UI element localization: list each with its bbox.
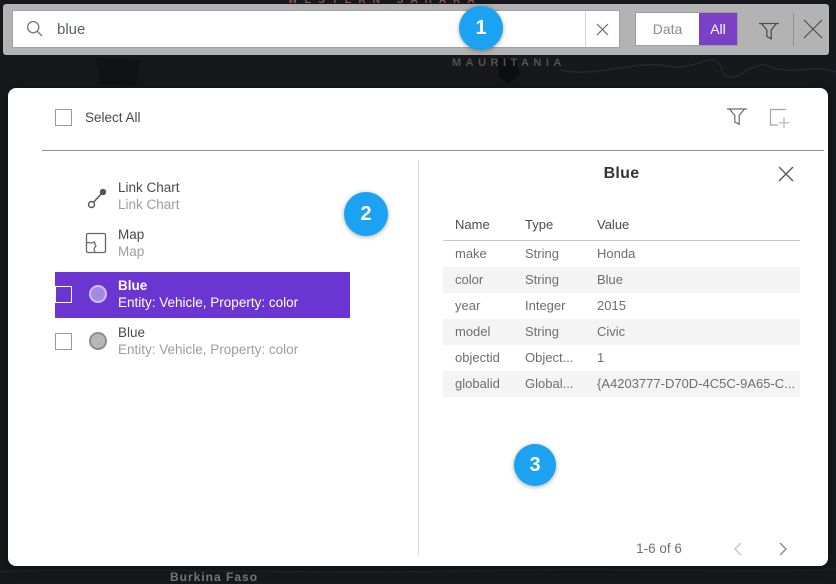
search-results-panel: Select All Link Chart Link Chart Map Map… [8, 88, 828, 566]
cell-value: {A4203777-D70D-4C5C-9A65-C... [597, 371, 795, 397]
search-scope-toggle: Data All [635, 12, 738, 46]
result-item-link-chart[interactable]: Link Chart Link Chart [55, 174, 350, 220]
pagination: 1-6 of 6 [604, 536, 804, 562]
cell-value: 2015 [597, 293, 626, 319]
previous-page-icon[interactable] [728, 538, 750, 560]
search-toolbar: Data All [3, 4, 829, 55]
detail-title: Blue [443, 165, 800, 183]
annotation-badge-3: 3 [514, 444, 556, 486]
result-title: Map [118, 226, 144, 243]
pagination-range: 1-6 of 6 [604, 536, 714, 562]
filter-funnel-icon[interactable] [757, 19, 781, 43]
cell-value: 1 [597, 345, 604, 371]
select-all-label: Select All [85, 110, 141, 125]
scope-data-button[interactable]: Data [636, 13, 699, 45]
table-row: globalid Global... {A4203777-D70D-4C5C-9… [443, 371, 800, 397]
cell-type: String [525, 241, 559, 267]
map-label-bottom: Burkina Faso [170, 570, 258, 584]
entity-icon [89, 332, 107, 350]
search-box [12, 10, 620, 48]
cell-type: String [525, 319, 559, 345]
cell-type: Integer [525, 293, 565, 319]
table-row: year Integer 2015 [443, 293, 800, 319]
cell-value: Honda [597, 241, 635, 267]
link-chart-icon [85, 185, 111, 211]
entity-icon [89, 285, 107, 303]
next-page-icon[interactable] [771, 538, 793, 560]
cell-name: color [455, 267, 483, 293]
cell-value: Blue [597, 267, 623, 293]
table-row: color String Blue [443, 267, 800, 293]
cell-name: make [455, 241, 487, 267]
panel-header-divider [42, 150, 824, 151]
result-title: Blue [118, 277, 298, 294]
annotation-badge-1: 1 [459, 6, 503, 50]
annotation-badge-2: 2 [344, 192, 388, 236]
cell-type: Global... [525, 371, 573, 397]
attribute-table-header: Name Type Value [443, 213, 800, 241]
column-header-value: Value [597, 217, 629, 232]
result-subtitle: Entity: Vehicle, Property: color [118, 341, 298, 358]
cell-name: year [455, 293, 480, 319]
cell-name: globalid [455, 371, 500, 397]
results-filter-funnel-icon[interactable] [726, 106, 748, 130]
add-to-selection-icon[interactable] [767, 106, 791, 130]
result-title: Blue [118, 324, 298, 341]
result-title: Link Chart [118, 179, 180, 196]
table-row: objectid Object... 1 [443, 345, 800, 371]
cell-value: Civic [597, 319, 625, 345]
search-icon [25, 19, 45, 39]
column-header-name: Name [455, 217, 490, 232]
result-checkbox[interactable] [55, 286, 72, 303]
toolbar-divider [793, 13, 794, 46]
list-detail-divider [418, 160, 419, 555]
result-item-blue[interactable]: Blue Entity: Vehicle, Property: color [55, 319, 350, 365]
select-all-checkbox[interactable] [55, 109, 72, 126]
map-icon [85, 232, 107, 254]
result-subtitle: Link Chart [118, 196, 180, 213]
close-icon[interactable] [800, 16, 826, 42]
map-label-mauritania: MAURITANIA [452, 57, 566, 69]
result-item-map[interactable]: Map Map [55, 221, 350, 267]
result-subtitle: Map [118, 243, 144, 260]
attribute-table: Name Type Value make String Honda color … [443, 213, 800, 397]
detail-close-icon[interactable] [777, 165, 795, 183]
cell-name: model [455, 319, 490, 345]
result-item-blue-selected[interactable]: Blue Entity: Vehicle, Property: color [55, 272, 350, 318]
search-input[interactable] [45, 11, 585, 47]
table-row: model String Civic [443, 319, 800, 345]
cell-type: String [525, 267, 559, 293]
column-header-type: Type [525, 217, 553, 232]
cell-type: Object... [525, 345, 573, 371]
table-row: make String Honda [443, 241, 800, 267]
scope-all-button[interactable]: All [699, 13, 737, 45]
cell-name: objectid [455, 345, 500, 371]
result-checkbox[interactable] [55, 333, 72, 350]
clear-search-icon[interactable] [585, 11, 619, 47]
select-all-row: Select All [55, 109, 141, 126]
result-subtitle: Entity: Vehicle, Property: color [118, 294, 298, 311]
